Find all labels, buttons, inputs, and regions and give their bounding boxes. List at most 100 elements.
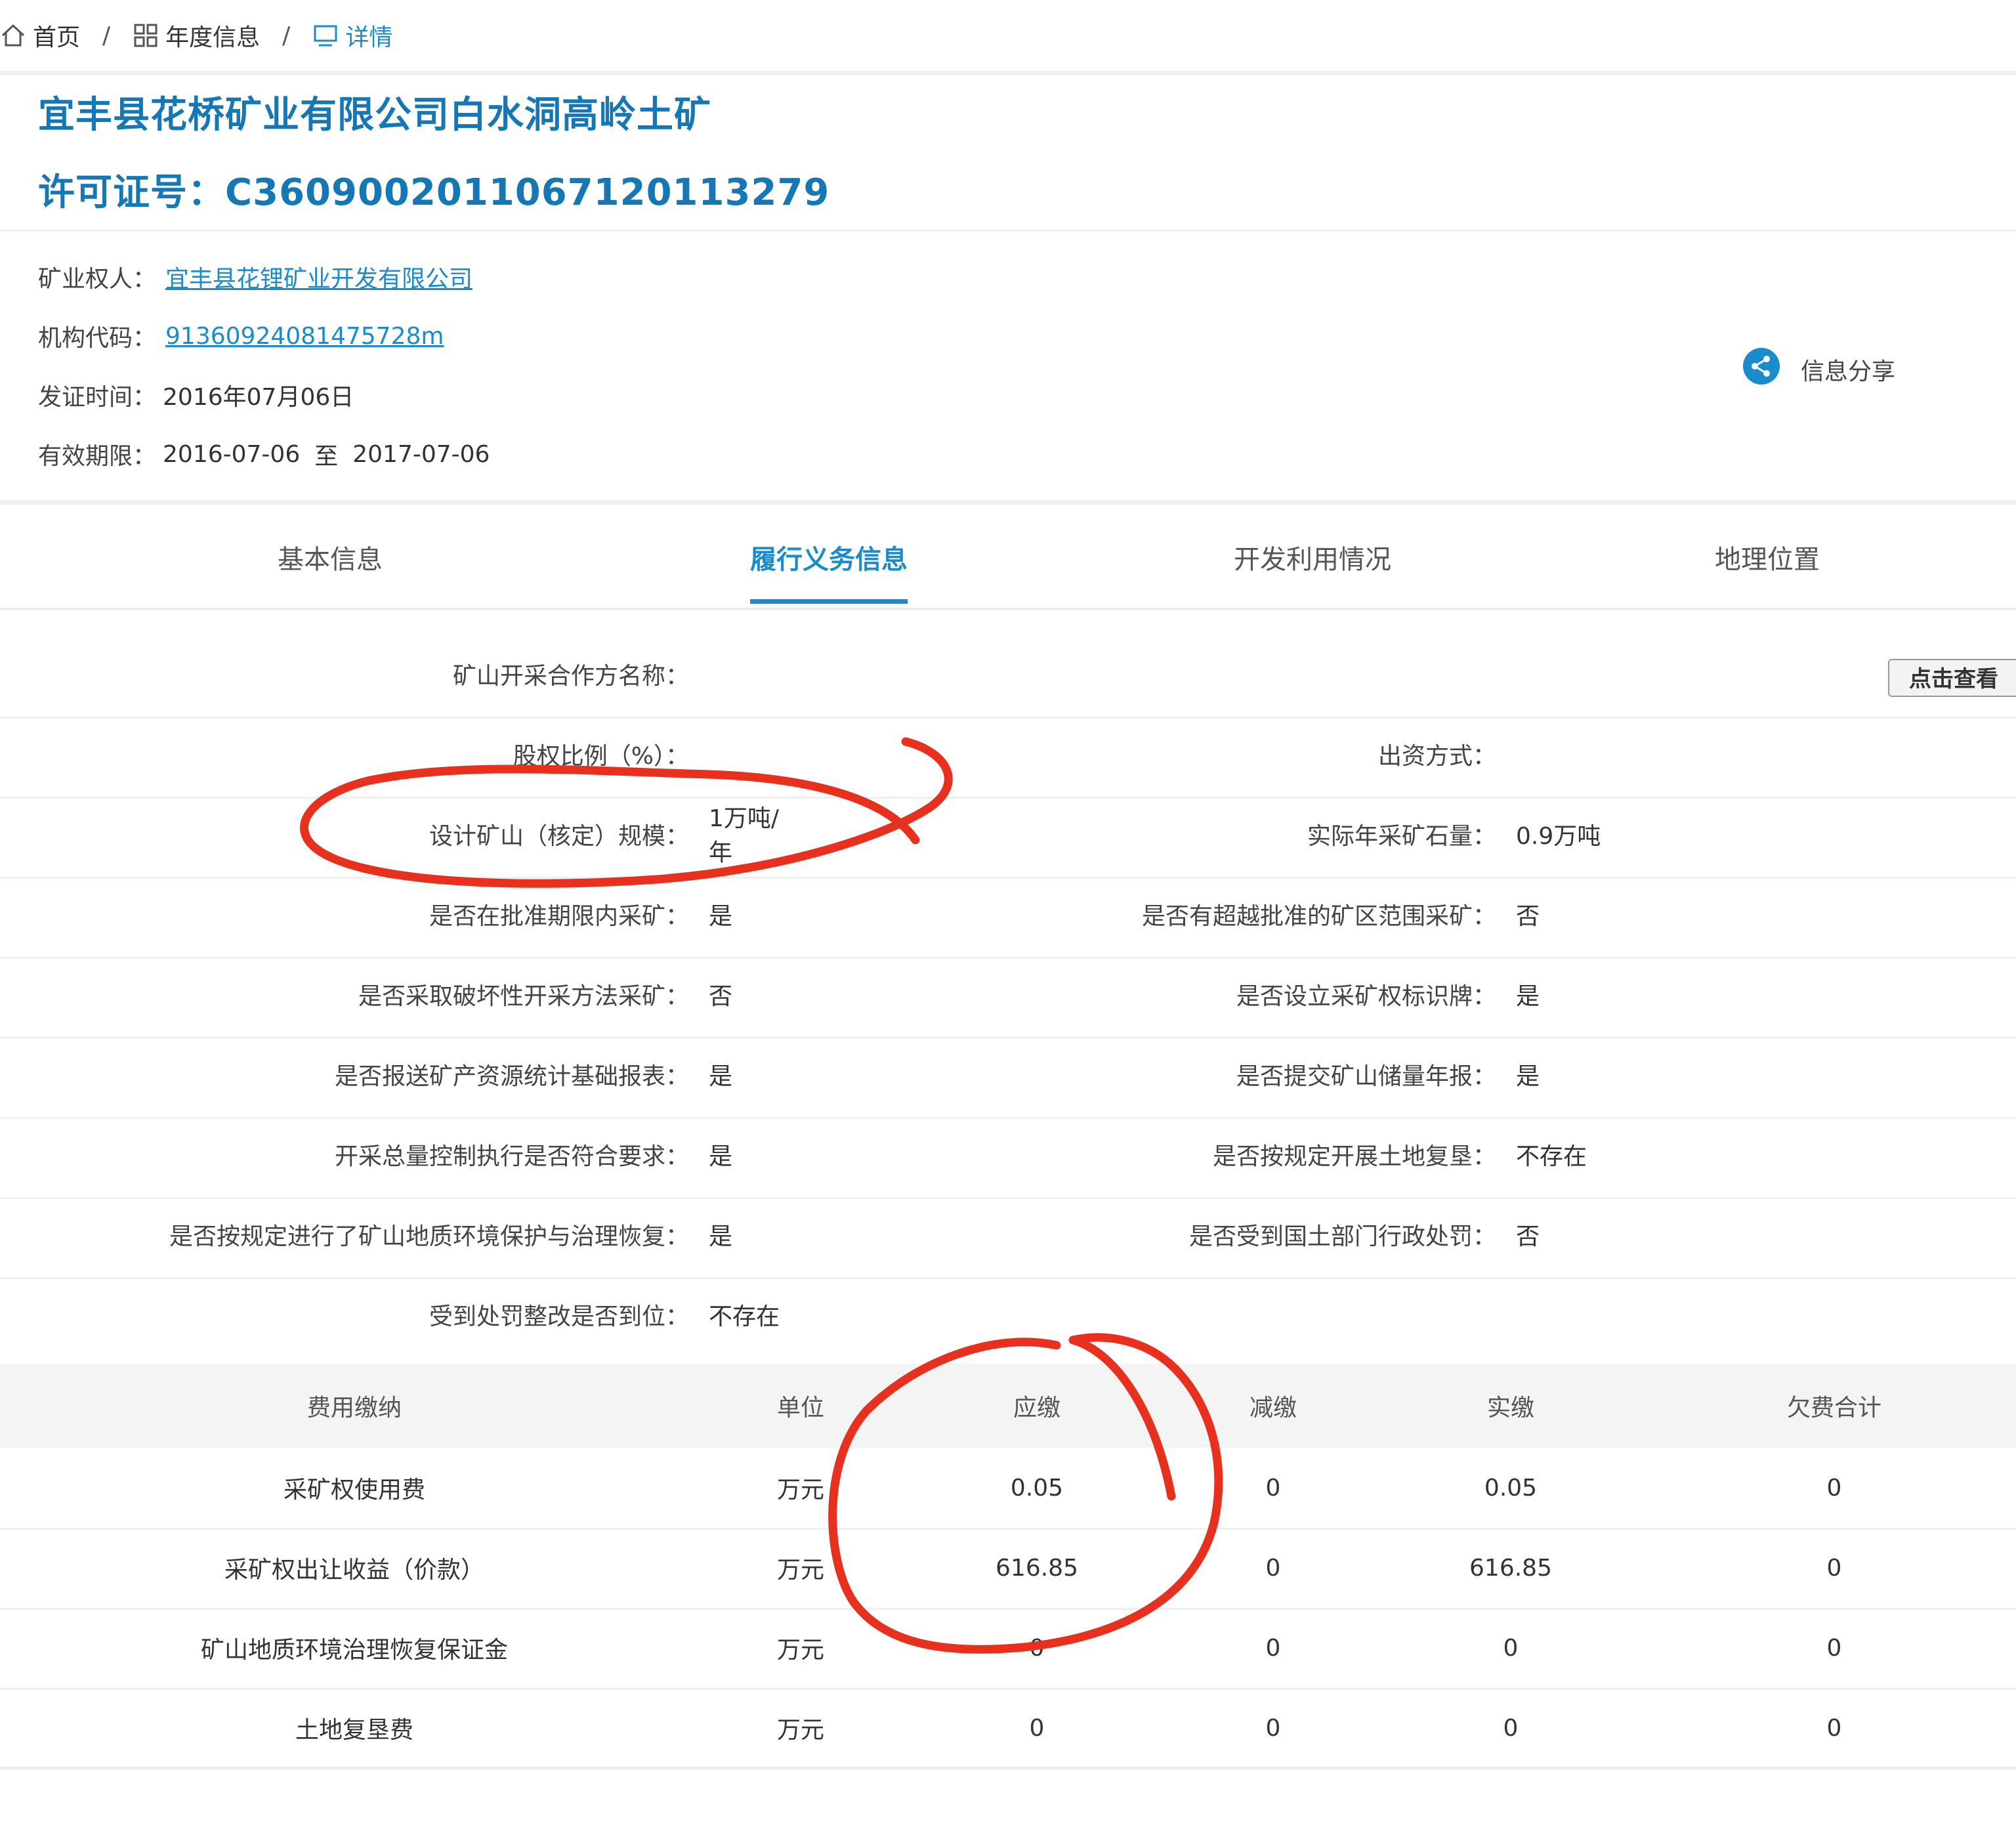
table-cell: 0 xyxy=(1029,1634,1045,1662)
divider xyxy=(0,500,2016,505)
duty-label: 出资方式： xyxy=(1377,743,1496,770)
column-header: 费用缴纳 xyxy=(306,1395,402,1421)
table-cell: 616.85 xyxy=(996,1554,1078,1582)
table-cell: 矿山地质环境治理恢复保证金 xyxy=(200,1637,509,1664)
breadcrumb-detail-label: 详情 xyxy=(345,24,393,51)
duty-value: 1万吨/年 xyxy=(709,805,780,866)
divider xyxy=(0,71,2016,75)
duty-row: 是否采取破坏性开采方法采矿： 否 是否设立采矿权标识牌： 是 xyxy=(0,957,2016,1039)
owner-link[interactable]: 宜丰县花锂矿业开发有限公司 xyxy=(165,260,472,294)
duty-value: 是 xyxy=(709,1063,733,1090)
breadcrumb-home-label: 首页 xyxy=(33,24,81,51)
share-icon xyxy=(1742,347,1781,392)
column-header: 单位 xyxy=(776,1395,825,1421)
divider xyxy=(0,1767,2016,1769)
duty-row: 是否按规定进行了矿山地质环境保护与治理恢复： 是 是否受到国土部门行政处罚： 否 xyxy=(0,1197,2016,1279)
duty-label: 实际年采矿石量： xyxy=(1307,823,1496,850)
validity-row: 有效期限： 2016-07-06 至 2017-07-06 xyxy=(38,437,490,471)
table-cell: 0 xyxy=(1826,1714,1842,1742)
duty-row: 矿山开采合作方名称： xyxy=(0,637,2016,719)
breadcrumb: 首页 / 年度信息 / 详情 xyxy=(0,12,392,59)
table-cell: 0 xyxy=(1265,1554,1281,1582)
breadcrumb-detail[interactable]: 详情 xyxy=(312,18,392,53)
table-cell: 0 xyxy=(1265,1634,1281,1662)
code-label: 机构代码： xyxy=(38,325,157,352)
share-button[interactable]: 信息分享 xyxy=(1742,347,1895,392)
duty-label: 是否在批准期限内采矿： xyxy=(429,903,689,930)
breadcrumb-separator: / xyxy=(282,22,291,49)
share-label: 信息分享 xyxy=(1801,358,1896,385)
tab-development[interactable]: 开发利用情况 xyxy=(1234,512,1391,608)
table-cell: 采矿权使用费 xyxy=(283,1477,426,1503)
table-cell: 0 xyxy=(1826,1554,1842,1582)
table-cell: 0 xyxy=(1265,1714,1281,1742)
breadcrumb-annual[interactable]: 年度信息 xyxy=(133,18,260,53)
duty-label: 是否提交矿山储量年报： xyxy=(1236,1063,1496,1090)
duty-value: 是 xyxy=(1516,983,1540,1010)
duty-label: 是否设立采矿权标识牌： xyxy=(1236,983,1496,1010)
duty-value: 否 xyxy=(709,983,733,1010)
issue-value: 2016年07月06日 xyxy=(163,384,354,411)
duty-label: 设计矿山（核定）规模： xyxy=(429,823,689,850)
table-row: 采矿权使用费 万元 0.05 0 0.05 0 xyxy=(0,1448,2016,1530)
table-cell: 616.85 xyxy=(1469,1554,1552,1582)
table-cell: 0 xyxy=(1029,1714,1045,1742)
code-row: 机构代码： 91360924081475728m xyxy=(38,319,444,353)
duty-label: 受到处罚整改是否到位： xyxy=(429,1303,689,1330)
fee-table-header: 费用缴纳 单位 应缴 减缴 实缴 欠费合计 xyxy=(0,1364,2016,1448)
table-cell: 万元 xyxy=(776,1717,825,1744)
duty-value: 否 xyxy=(1516,1223,1540,1250)
view-details-button[interactable]: 点击查看 xyxy=(1888,659,2016,697)
duty-value: 是 xyxy=(709,1143,733,1170)
duty-label: 是否有超越批准的矿区范围采矿： xyxy=(1141,903,1496,930)
license-number: 许可证号：C3609002011067120113279 xyxy=(38,163,830,216)
duty-label: 是否按规定开展土地复垦： xyxy=(1212,1143,1496,1170)
divider xyxy=(0,230,2016,232)
breadcrumb-annual-label: 年度信息 xyxy=(165,24,261,51)
duty-label: 矿山开采合作方名称： xyxy=(452,663,689,690)
breadcrumb-home[interactable]: 首页 xyxy=(0,18,80,53)
grid-icon xyxy=(133,22,159,49)
column-header: 实缴 xyxy=(1486,1395,1535,1421)
owner-label: 矿业权人： xyxy=(38,266,157,293)
license-label: 许可证号： xyxy=(38,171,225,214)
page-title: 宜丰县花桥矿业有限公司白水洞高岭土矿 xyxy=(38,94,711,137)
column-header: 应缴 xyxy=(1013,1395,1061,1421)
table-cell: 万元 xyxy=(776,1637,825,1664)
table-cell: 0 xyxy=(1826,1634,1842,1662)
duty-value: 否 xyxy=(1516,903,1540,930)
table-cell: 0 xyxy=(1265,1474,1281,1502)
tab-bar: 基本信息 履行义务信息 开发利用情况 地理位置 xyxy=(0,512,2016,610)
duty-value: 不存在 xyxy=(709,1303,780,1330)
validity-to: 2017-07-06 xyxy=(352,440,490,468)
duty-row: 是否在批准期限内采矿： 是 是否有超越批准的矿区范围采矿： 否 xyxy=(0,877,2016,959)
duty-label: 股权比例（%）： xyxy=(513,743,689,770)
table-cell: 0 xyxy=(1503,1634,1519,1662)
tab-basic-info[interactable]: 基本信息 xyxy=(278,512,383,608)
table-cell: 万元 xyxy=(776,1477,825,1503)
table-cell: 土地复垦费 xyxy=(295,1717,414,1744)
duty-label: 是否报送矿产资源统计基础报表： xyxy=(334,1063,689,1090)
duty-value: 是 xyxy=(709,903,733,930)
validity-to-word: 至 xyxy=(314,443,339,470)
duty-row: 设计矿山（核定）规模： 1万吨/年 实际年采矿石量： 0.9万吨 xyxy=(0,797,2016,879)
duty-row: 是否报送矿产资源统计基础报表： 是 是否提交矿山储量年报： 是 xyxy=(0,1037,2016,1119)
duty-value: 是 xyxy=(1516,1063,1540,1090)
duty-label: 开采总量控制执行是否符合要求： xyxy=(334,1143,689,1170)
duty-label: 是否按规定进行了矿山地质环境保护与治理恢复： xyxy=(169,1223,689,1250)
owner-row: 矿业权人： 宜丰县花锂矿业开发有限公司 xyxy=(38,260,472,294)
code-link[interactable]: 91360924081475728m xyxy=(165,323,444,350)
column-header: 欠费合计 xyxy=(1786,1395,1882,1421)
tab-duty-info[interactable]: 履行义务信息 xyxy=(750,512,908,608)
duty-value: 是 xyxy=(709,1223,733,1250)
table-cell: 万元 xyxy=(776,1557,825,1584)
duty-row: 开采总量控制执行是否符合要求： 是 是否按规定开展土地复垦： 不存在 xyxy=(0,1117,2016,1199)
duty-row: 股权比例（%）： 出资方式： xyxy=(0,717,2016,799)
table-row: 土地复垦费 万元 0 0 0 0 xyxy=(0,1688,2016,1770)
table-cell: 0.05 xyxy=(1010,1474,1064,1502)
home-icon xyxy=(0,22,26,49)
breadcrumb-separator: / xyxy=(102,22,111,49)
duty-value: 0.9万吨 xyxy=(1516,823,1601,850)
tab-location[interactable]: 地理位置 xyxy=(1715,512,1820,608)
monitor-icon xyxy=(312,22,339,49)
